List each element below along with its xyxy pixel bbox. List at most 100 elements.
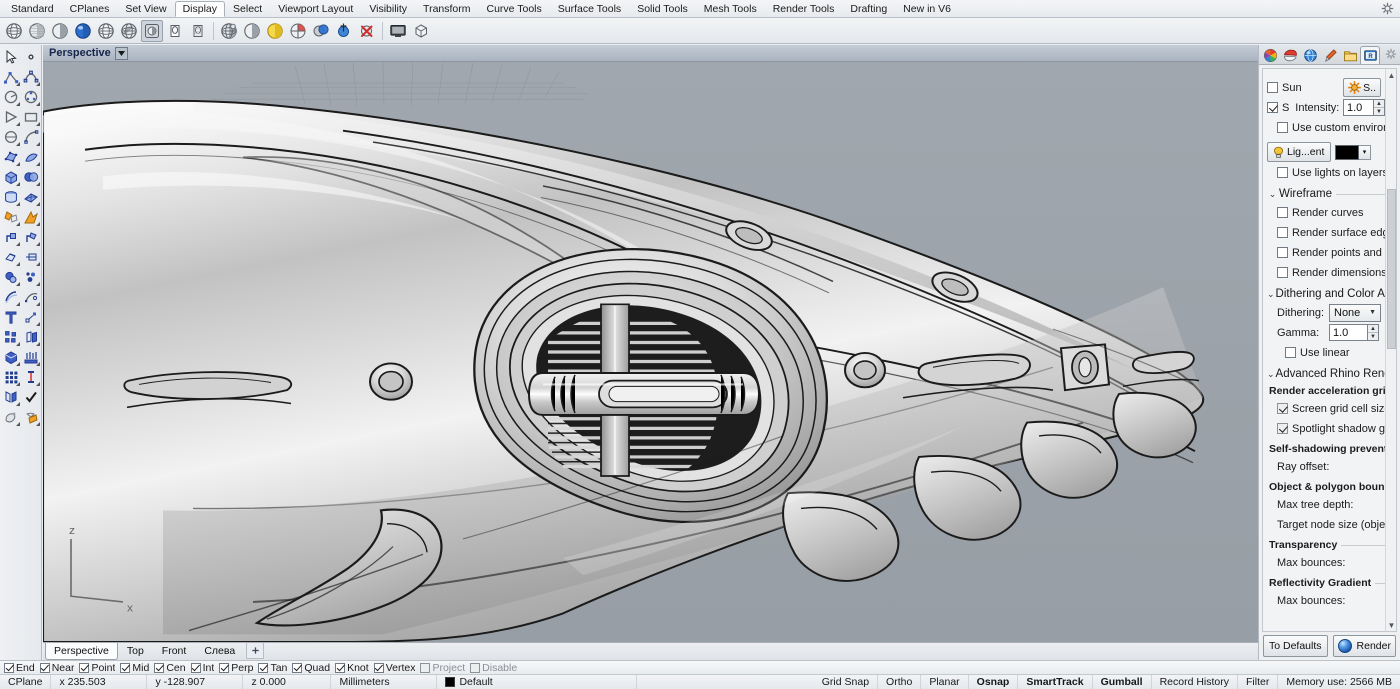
check-object-icon[interactable]: [21, 387, 41, 407]
perspective-viewport[interactable]: Perspective: [43, 45, 1258, 660]
pen-display-icon[interactable]: [164, 20, 186, 42]
menu-tab-viewport-layout[interactable]: Viewport Layout: [270, 1, 361, 17]
select-arrow-icon[interactable]: [1, 47, 21, 67]
libraries-folder-icon[interactable]: [1340, 46, 1360, 64]
artistic-display-icon[interactable]: [141, 20, 163, 42]
status-cplane[interactable]: CPlane: [0, 675, 51, 689]
osnap-int[interactable]: Int: [191, 662, 219, 674]
extrude-straight-icon[interactable]: [1, 227, 21, 247]
osnap-perp[interactable]: Perp: [219, 662, 257, 674]
status-layer[interactable]: Default: [437, 675, 637, 689]
scroll-down-arrow-icon[interactable]: ▼: [1386, 619, 1397, 631]
viewport-tab-2[interactable]: Front: [153, 643, 196, 660]
dithering-chevron-down-icon[interactable]: ⌄: [1267, 289, 1275, 300]
offset-curve-icon[interactable]: [1, 287, 21, 307]
arc-icon[interactable]: [1, 87, 21, 107]
osnap-checkbox[interactable]: [420, 663, 430, 673]
gear-icon[interactable]: [1381, 2, 1394, 15]
osnap-checkbox[interactable]: [335, 663, 345, 673]
point-object-icon[interactable]: [21, 307, 41, 327]
intensity-down-arrow[interactable]: ▼: [1374, 108, 1384, 115]
osnap-disable[interactable]: Disable: [470, 662, 521, 674]
ground-plane-brush-icon[interactable]: [1320, 46, 1340, 64]
curve-blend-icon[interactable]: [21, 127, 41, 147]
menu-tab-display[interactable]: Display: [175, 1, 225, 17]
menu-tab-visibility[interactable]: Visibility: [361, 1, 415, 17]
render-mesh-icon[interactable]: [1, 407, 21, 427]
surface-sweep-icon[interactable]: [21, 147, 41, 167]
bounding-box-icon[interactable]: [410, 20, 432, 42]
render-button[interactable]: Render: [1333, 635, 1396, 657]
viewport-tab-3[interactable]: Слева: [195, 643, 244, 660]
rendering-panel-scrollbar[interactable]: ▲ ▼: [1385, 69, 1396, 631]
osnap-checkbox[interactable]: [258, 663, 268, 673]
boolean-difference-icon[interactable]: [1, 267, 21, 287]
cylinder-pipe-icon[interactable]: [1, 187, 21, 207]
osnap-near[interactable]: Near: [40, 662, 79, 674]
menu-tab-cplanes[interactable]: CPlanes: [62, 1, 118, 17]
chamfer-icon[interactable]: [21, 247, 41, 267]
gamma-down-arrow[interactable]: ▼: [1368, 333, 1378, 340]
status-toggle-grid-snap[interactable]: Grid Snap: [814, 675, 878, 689]
ambient-color-chevron-down-icon[interactable]: ▾: [1359, 145, 1371, 160]
menu-tab-render-tools[interactable]: Render Tools: [765, 1, 843, 17]
menu-tab-set-view[interactable]: Set View: [117, 1, 174, 17]
menu-tab-drafting[interactable]: Drafting: [842, 1, 895, 17]
gamma-value[interactable]: 1.0: [1329, 324, 1367, 341]
status-toggle-osnap[interactable]: Osnap: [969, 675, 1019, 689]
skylight-checkbox[interactable]: [1267, 102, 1278, 113]
hide-isocurves-icon[interactable]: [356, 20, 378, 42]
menu-tab-standard[interactable]: Standard: [3, 1, 62, 17]
osnap-checkbox[interactable]: [191, 663, 201, 673]
osnap-project[interactable]: Project: [420, 662, 469, 674]
environment-icon[interactable]: [1280, 46, 1300, 64]
wireframe-display-icon[interactable]: [3, 20, 25, 42]
menu-tab-mesh-tools[interactable]: Mesh Tools: [696, 1, 765, 17]
menu-tab-transform[interactable]: Transform: [415, 1, 478, 17]
viewport-menu-chevron-down-icon[interactable]: [115, 47, 128, 60]
sun-light-icon[interactable]: [264, 20, 286, 42]
osnap-point[interactable]: Point: [79, 662, 119, 674]
fillet-edge-icon[interactable]: [1, 247, 21, 267]
menu-tab-solid-tools[interactable]: Solid Tools: [629, 1, 696, 17]
intensity-value[interactable]: 1.0: [1343, 99, 1373, 116]
osnap-end[interactable]: End: [4, 662, 39, 674]
status-toggle-smarttrack[interactable]: SmartTrack: [1018, 675, 1092, 689]
wireframe-chevron-down-icon[interactable]: ⌄: [1267, 189, 1278, 200]
shaded-display-icon[interactable]: [26, 20, 48, 42]
intensity-up-arrow[interactable]: ▲: [1374, 100, 1384, 108]
render-preview-icon[interactable]: [310, 20, 332, 42]
flat-shade-icon[interactable]: [241, 20, 263, 42]
viewport-tab-0[interactable]: Perspective: [45, 643, 118, 660]
osnap-checkbox[interactable]: [120, 663, 130, 673]
ghosted-display-icon[interactable]: [49, 20, 71, 42]
osnap-checkbox[interactable]: [219, 663, 229, 673]
osnap-tan[interactable]: Tan: [258, 662, 291, 674]
shade-selected-icon[interactable]: [218, 20, 240, 42]
panel-gear-icon[interactable]: [1385, 48, 1397, 60]
texture-globe-icon[interactable]: [1300, 46, 1320, 64]
osnap-cen[interactable]: Cen: [154, 662, 189, 674]
dithering-select[interactable]: None ▼: [1329, 304, 1381, 322]
named-view-icon[interactable]: [333, 20, 355, 42]
xray-display-icon[interactable]: [95, 20, 117, 42]
osnap-checkbox[interactable]: [292, 663, 302, 673]
screen-grid-checkbox[interactable]: [1277, 403, 1288, 414]
lights-on-layers-checkbox[interactable]: [1277, 167, 1288, 178]
block-icon[interactable]: [1, 347, 21, 367]
point-icon[interactable]: [21, 47, 41, 67]
array-icon[interactable]: [21, 327, 41, 347]
osnap-checkbox[interactable]: [40, 663, 50, 673]
ambient-light-button[interactable]: Lig...ent light:: [1267, 142, 1331, 162]
advanced-chevron-down-icon[interactable]: ⌄: [1267, 369, 1275, 380]
advanced-group-header[interactable]: ⌄ Advanced Rhino Rend...: [1267, 368, 1385, 380]
scrollbar-thumb[interactable]: [1387, 189, 1396, 349]
viewport-3d-canvas[interactable]: z x: [43, 62, 1258, 642]
explode-icon[interactable]: [1, 207, 21, 227]
osnap-checkbox[interactable]: [374, 663, 384, 673]
wireframe-group-header[interactable]: ⌄ Wireframe: [1267, 188, 1385, 200]
triangle-polygon-icon[interactable]: [1, 107, 21, 127]
spotlight-grid-checkbox[interactable]: [1277, 423, 1288, 434]
rectangle-icon[interactable]: [21, 107, 41, 127]
status-toggle-ortho[interactable]: Ortho: [878, 675, 921, 689]
